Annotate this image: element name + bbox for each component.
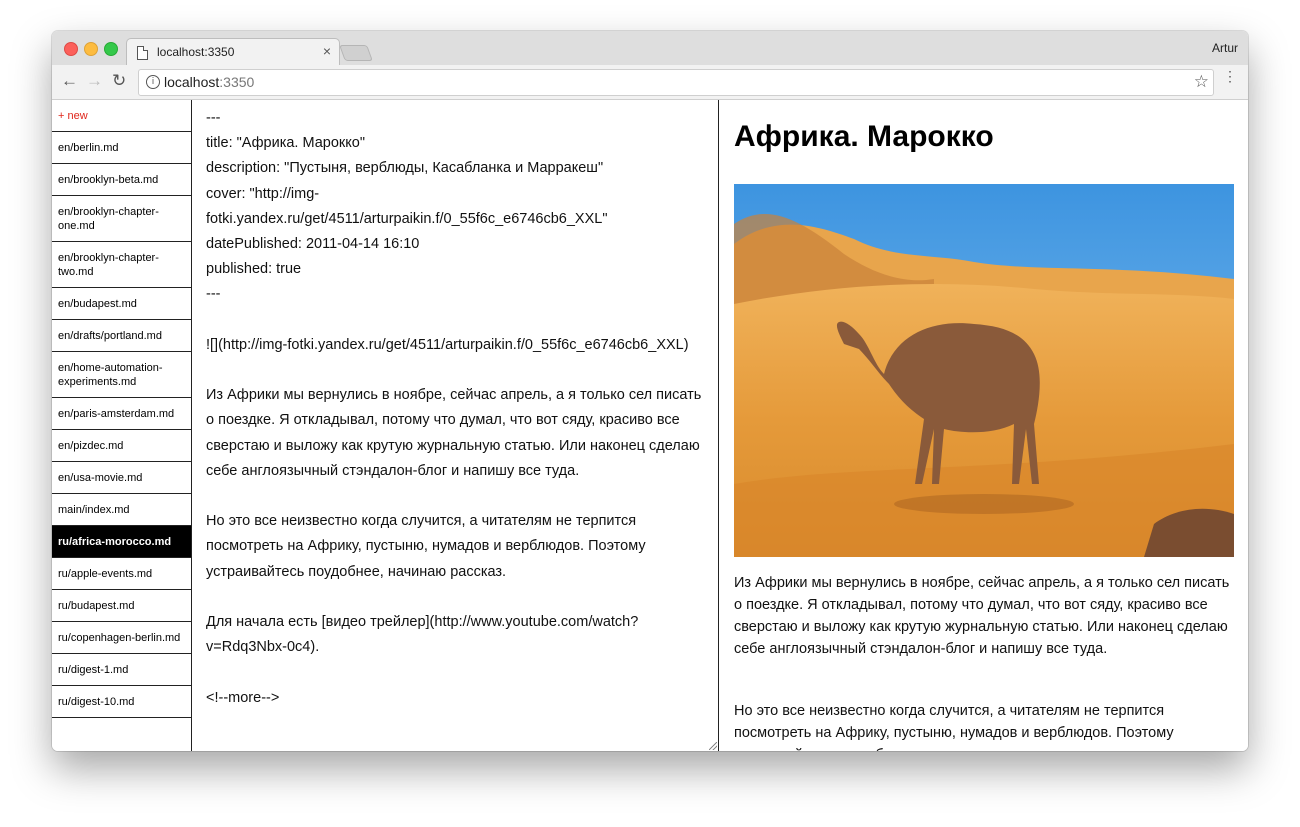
sidebar-file-item[interactable]: en/brooklyn-chapter-two.md bbox=[52, 242, 191, 288]
url-port: :3350 bbox=[219, 74, 255, 90]
browser-window: localhost:3350 × Artur ← → ↻ i localhost… bbox=[52, 31, 1248, 751]
reload-icon[interactable]: ↻ bbox=[112, 71, 126, 91]
sidebar-file-item[interactable]: ru/digest-10.md bbox=[52, 686, 191, 718]
url-text[interactable]: localhost:3350 bbox=[164, 74, 254, 90]
tab-title: localhost:3350 bbox=[157, 45, 235, 59]
zoom-window-button[interactable] bbox=[104, 42, 118, 56]
sidebar-file-item[interactable]: ru/digest-1.md bbox=[52, 654, 191, 686]
preview-paragraph: Из Африки мы вернулись в ноябре, сейчас … bbox=[734, 575, 1230, 657]
new-tab-button[interactable] bbox=[339, 45, 373, 61]
bookmark-star-icon[interactable]: ☆ bbox=[1194, 72, 1209, 92]
browser-tab[interactable]: localhost:3350 × bbox=[126, 38, 340, 66]
sidebar-file-item[interactable]: ru/apple-events.md bbox=[52, 558, 191, 590]
sidebar-file-item[interactable]: ru/copenhagen-berlin.md bbox=[52, 622, 191, 654]
close-window-button[interactable] bbox=[64, 42, 78, 56]
back-arrow-icon[interactable]: ← bbox=[61, 71, 78, 91]
title-bar: localhost:3350 × Artur bbox=[52, 31, 1248, 66]
minimize-window-button[interactable] bbox=[84, 42, 98, 56]
site-info-icon[interactable]: i bbox=[146, 75, 160, 89]
preview-title: Африка. Марокко bbox=[734, 120, 994, 153]
preview-pane: Африка. Марокко Из Африки мы вернулись в… bbox=[719, 100, 1248, 751]
sidebar-file-item[interactable]: ru/africa-morocco.md bbox=[52, 526, 191, 558]
new-file-link[interactable]: + new bbox=[52, 100, 191, 132]
sidebar-file-item[interactable]: en/budapest.md bbox=[52, 288, 191, 320]
url-host: localhost bbox=[164, 74, 220, 90]
address-bar[interactable]: i localhost:3350 ☆ bbox=[138, 69, 1214, 96]
sidebar-file-item[interactable]: main/index.md bbox=[52, 494, 191, 526]
sidebar-file-item[interactable]: en/home-automation-experiments.md bbox=[52, 352, 191, 398]
camel-desert-photo bbox=[734, 184, 1234, 557]
sidebar-file-item[interactable]: en/brooklyn-chapter-one.md bbox=[52, 196, 191, 242]
browser-toolbar: ← → ↻ i localhost:3350 ☆ ⋮ bbox=[52, 65, 1248, 100]
file-sidebar: + new en/berlin.md en/brooklyn-beta.md en/… bbox=[52, 100, 192, 751]
browser-menu-icon[interactable]: ⋮ bbox=[1223, 69, 1237, 83]
markdown-editor[interactable]: --- title: "Африка. Марокко" description… bbox=[192, 100, 719, 751]
sidebar-file-item[interactable]: en/paris-amsterdam.md bbox=[52, 398, 191, 430]
photo-illustration bbox=[734, 184, 1234, 557]
sidebar-file-item[interactable]: en/brooklyn-beta.md bbox=[52, 164, 191, 196]
sidebar-file-item[interactable]: ru/budapest.md bbox=[52, 590, 191, 622]
page-content: + new en/berlin.md en/brooklyn-beta.md en/… bbox=[52, 100, 1248, 751]
file-list: en/berlin.md en/brooklyn-beta.md en/brookl… bbox=[52, 132, 191, 718]
sidebar-file-item[interactable]: en/drafts/portland.md bbox=[52, 320, 191, 352]
resize-handle-icon[interactable] bbox=[709, 742, 717, 750]
sidebar-file-item[interactable]: en/usa-movie.md bbox=[52, 462, 191, 494]
close-tab-icon[interactable]: × bbox=[323, 43, 331, 59]
sidebar-file-item[interactable]: en/berlin.md bbox=[52, 132, 191, 164]
forward-arrow-icon[interactable]: → bbox=[86, 71, 103, 91]
preview-paragraph: Но это все неизвестно когда случится, а … bbox=[734, 703, 1174, 751]
profile-name[interactable]: Artur bbox=[1212, 41, 1238, 55]
sidebar-file-item[interactable]: en/pizdec.md bbox=[52, 430, 191, 462]
editor-text[interactable]: --- title: "Африка. Марокко" description… bbox=[192, 100, 718, 717]
page-icon bbox=[137, 46, 148, 60]
